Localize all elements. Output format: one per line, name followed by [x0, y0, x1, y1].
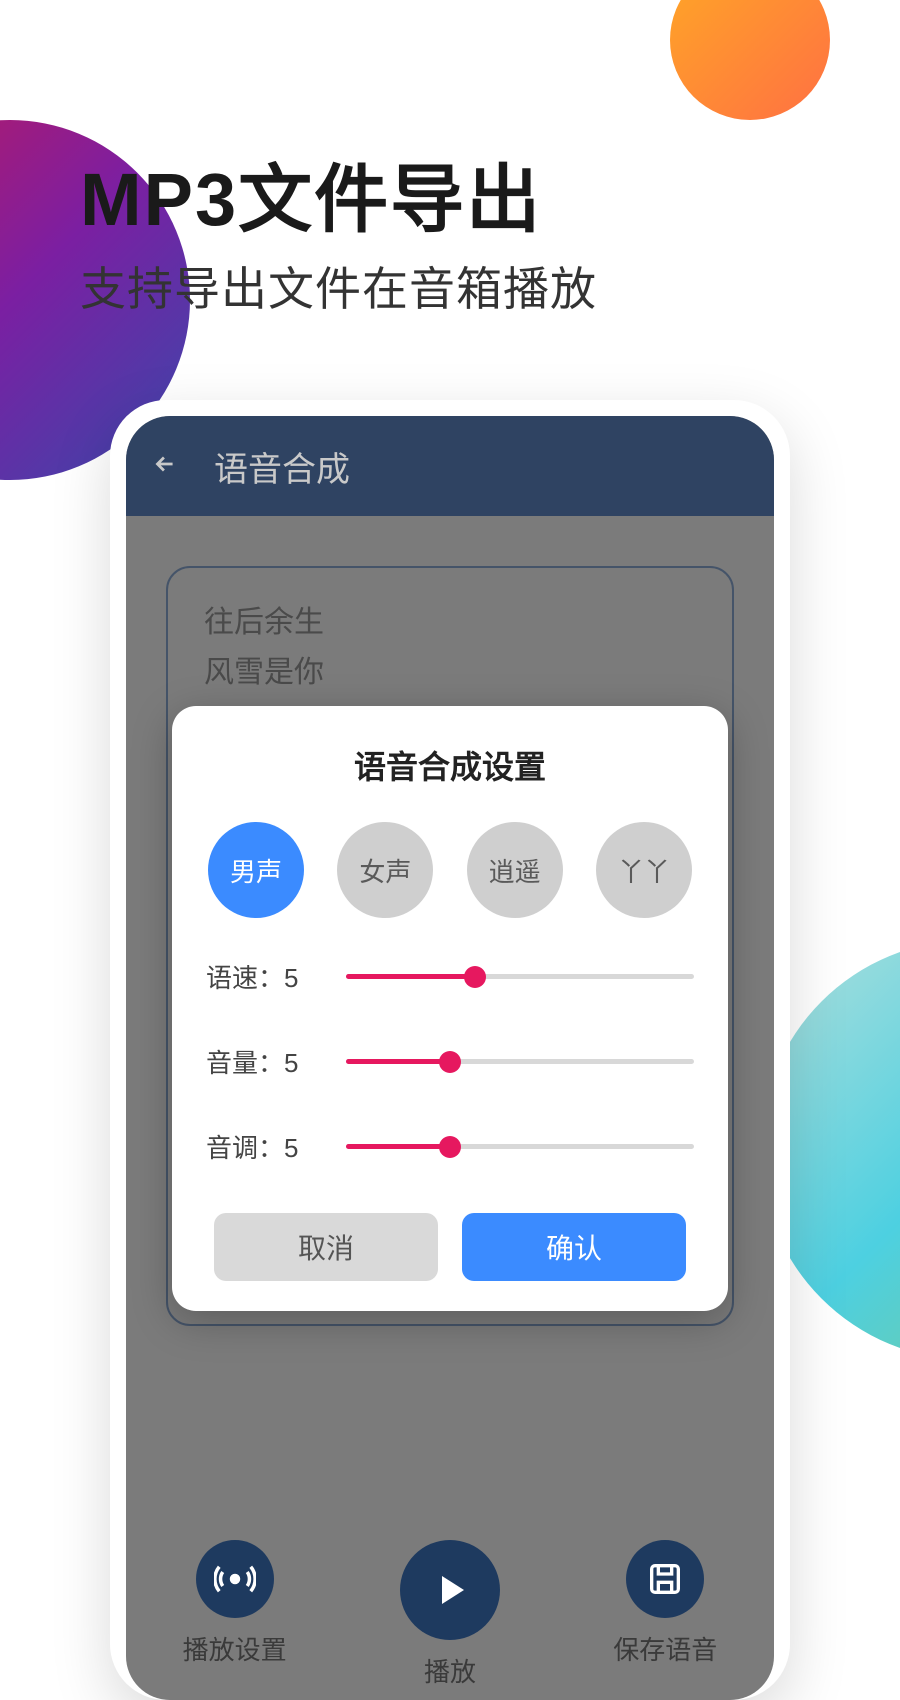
play-label: 播放 — [424, 1652, 476, 1689]
voice-chip-female[interactable]: 女声 — [337, 822, 433, 918]
confirm-button[interactable]: 确认 — [462, 1213, 686, 1281]
pitch-slider[interactable] — [346, 1135, 694, 1159]
speed-slider-row: 语速：5 — [206, 958, 694, 995]
speed-slider[interactable] — [346, 965, 694, 989]
play-settings-button[interactable]: 播放设置 — [183, 1540, 287, 1667]
dialog-title: 语音合成设置 — [206, 742, 694, 788]
pitch-slider-row: 音调：5 — [206, 1128, 694, 1165]
app-header: 语音合成 — [126, 416, 774, 516]
play-settings-label: 播放设置 — [183, 1630, 287, 1667]
play-icon — [400, 1540, 500, 1640]
save-voice-button[interactable]: 保存语音 — [613, 1540, 717, 1667]
voice-chips-row: 男声 女声 逍遥 丫丫 — [206, 822, 694, 918]
cancel-button[interactable]: 取消 — [214, 1213, 438, 1281]
promo-subtitle: 支持导出文件在音箱播放 — [80, 253, 597, 319]
voice-chip-yaya[interactable]: 丫丫 — [596, 822, 692, 918]
app-title: 语音合成 — [214, 442, 350, 491]
save-icon — [626, 1540, 704, 1618]
voice-chip-male[interactable]: 男声 — [208, 822, 304, 918]
volume-slider[interactable] — [346, 1050, 694, 1074]
phone-screen: 语音合成 往后余生 风雪是你 平淡是你 播放设置 — [126, 416, 774, 1700]
promo-block: MP3文件导出 支持导出文件在音箱播放 — [80, 140, 597, 319]
promo-title: MP3文件导出 — [80, 140, 597, 247]
lyric-line: 往后余生 — [204, 598, 696, 648]
save-voice-label: 保存语音 — [613, 1630, 717, 1667]
broadcast-icon — [196, 1540, 274, 1618]
voice-settings-dialog: 语音合成设置 男声 女声 逍遥 丫丫 语速：5 音量：5 — [172, 706, 728, 1311]
phone-frame: 语音合成 往后余生 风雪是你 平淡是你 播放设置 — [110, 400, 790, 1700]
dialog-button-row: 取消 确认 — [206, 1213, 694, 1281]
voice-chip-xiaoyao[interactable]: 逍遥 — [467, 822, 563, 918]
lyric-line: 风雪是你 — [204, 648, 696, 698]
pitch-label: 音调：5 — [206, 1128, 346, 1165]
volume-slider-row: 音量：5 — [206, 1043, 694, 1080]
back-arrow-icon[interactable] — [152, 447, 178, 486]
decorative-circle-orange — [670, 0, 830, 120]
bottom-bar: 播放设置 播放 保存语音 — [126, 1530, 774, 1700]
speed-label: 语速：5 — [206, 958, 346, 995]
volume-label: 音量：5 — [206, 1043, 346, 1080]
play-button[interactable]: 播放 — [400, 1540, 500, 1689]
